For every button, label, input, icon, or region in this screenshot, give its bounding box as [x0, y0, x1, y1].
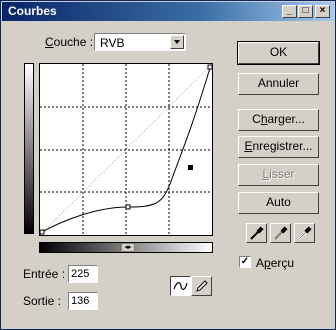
channel-select[interactable]: RVB	[94, 33, 186, 51]
chevron-down-icon[interactable]	[170, 35, 184, 49]
curve-point-selected	[188, 165, 193, 170]
curve-tool-icon	[173, 282, 188, 290]
black-eyedropper-button[interactable]	[246, 223, 267, 243]
save-button[interactable]: Enregistrer...	[238, 136, 319, 158]
pencil-tool-button[interactable]	[191, 276, 212, 296]
load-button[interactable]: Charger...	[238, 109, 319, 131]
input-gradient-bar[interactable]: ◂▸	[39, 242, 213, 253]
ok-button[interactable]: OK	[237, 41, 320, 65]
output-value-field[interactable]: 136	[68, 292, 98, 310]
white-eyedropper-button[interactable]	[294, 223, 315, 243]
output-gradient-bar	[24, 63, 34, 234]
curve-graph[interactable]	[39, 63, 213, 236]
preview-label[interactable]: Aperçu	[256, 256, 294, 270]
output-label: Sortie :	[23, 294, 62, 308]
cancel-button[interactable]: Annuler	[238, 73, 319, 95]
minimize-button[interactable]: _	[282, 5, 297, 18]
dialog-body: Couche : RVB ◂▸ Entrée: 225 Sortie: 13…	[2, 22, 334, 328]
channel-label: Couche :	[45, 35, 94, 49]
auto-button[interactable]: Auto	[238, 192, 319, 214]
curve-point-end	[207, 64, 212, 70]
gray-eyedropper-icon	[274, 226, 288, 240]
white-eyedropper-icon	[298, 226, 312, 240]
curve-point-start	[40, 229, 45, 235]
preview-checkbox[interactable]: ✓	[239, 256, 251, 268]
window-title: Courbes	[8, 4, 57, 18]
input-value-field[interactable]: 225	[68, 265, 98, 283]
smooth-button[interactable]: Lisser	[238, 164, 319, 186]
input-label: Entrée :	[23, 267, 66, 281]
channel-value: RVB	[100, 36, 125, 50]
curve-tool-button[interactable]	[170, 276, 191, 296]
curve-point-mid	[125, 204, 131, 210]
maximize-button[interactable]: □	[298, 5, 313, 18]
gray-eyedropper-button[interactable]	[270, 223, 291, 243]
pencil-tool-icon	[196, 280, 208, 292]
gradient-toggle-icon[interactable]: ◂▸	[121, 243, 135, 252]
title-bar[interactable]: Courbes _ □ ×	[2, 2, 334, 21]
close-button[interactable]: ×	[315, 5, 330, 18]
black-eyedropper-icon	[250, 226, 264, 240]
curves-dialog: Courbes _ □ × Couche : RVB ◂▸ Entrée: 2…	[0, 0, 336, 330]
